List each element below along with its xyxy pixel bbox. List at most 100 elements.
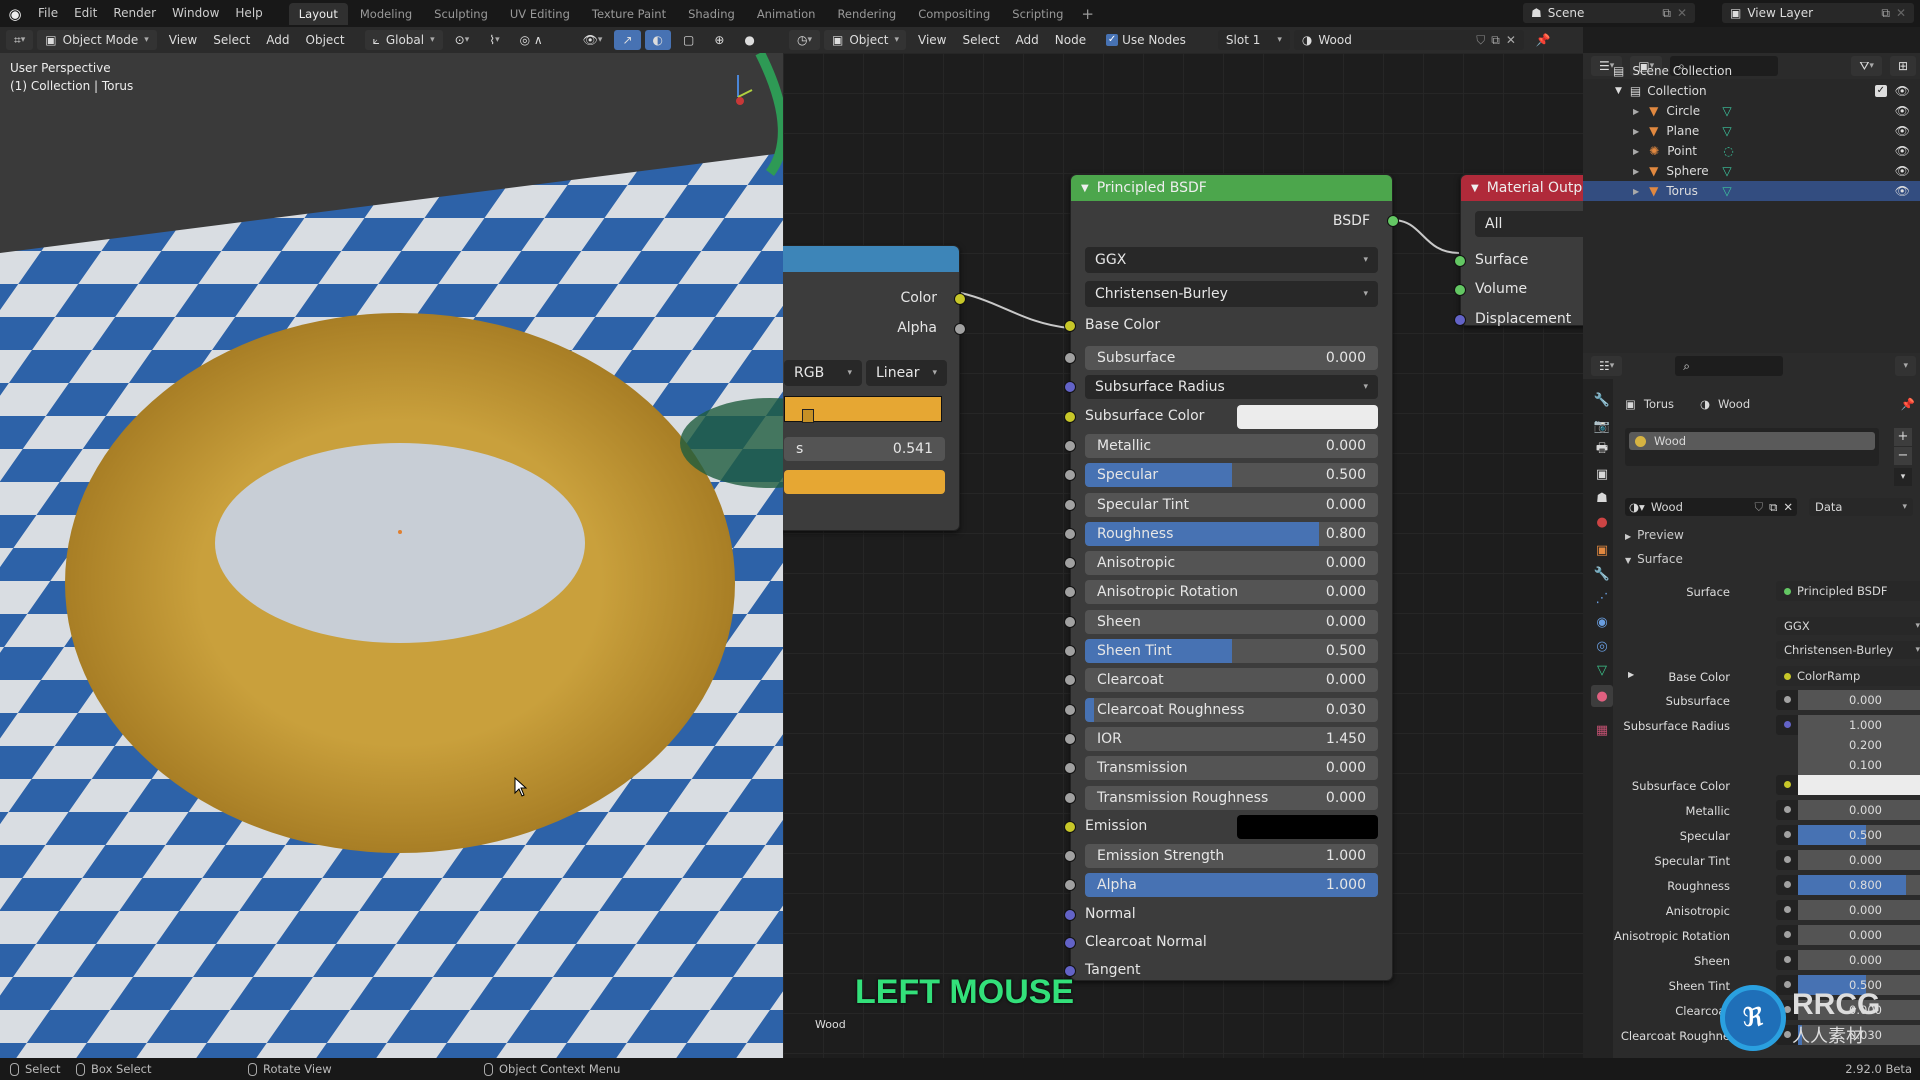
menu-file[interactable]: File [30,0,66,27]
color-mode-dropdown[interactable]: RGB ▾ [784,360,862,386]
outliner-item-plane[interactable]: ▶ ▼ Plane ▽ 👁 [1583,121,1920,141]
expand-icon[interactable]: ▶ [1633,167,1639,176]
socket-link-button[interactable] [1776,900,1798,920]
properties-editor-type-button[interactable]: ☷ ▾ [1591,356,1623,376]
socket-link-button[interactable] [1776,875,1798,895]
use-nodes-checkbox[interactable]: ✓ Use Nodes [1098,30,1194,50]
duplicate-icon[interactable]: ⧉ [1769,500,1777,515]
data-tab-icon[interactable]: ▽ [1591,659,1613,681]
tab-rendering[interactable]: Rendering [827,3,906,25]
add-slot-button[interactable]: + [1894,428,1912,446]
properties-search[interactable]: ⌕ [1675,356,1784,376]
slot-specials-button[interactable]: ▾ [1894,468,1912,486]
fake-user-icon[interactable]: ⛉ [1476,33,1485,48]
roughness-socket[interactable] [1064,527,1076,540]
colorramp-node[interactable]: Color Alpha RGB ▾ Linear ▾ s 0.541 [783,245,966,531]
clearcoat-socket[interactable] [1064,674,1076,687]
clearcoat-roughness-socket[interactable] [1064,703,1076,716]
visibility-eye-icon[interactable]: 👁 [1895,164,1910,178]
expand-icon[interactable]: ▼ [1615,86,1622,96]
transmission-socket[interactable] [1064,762,1076,775]
tab-shading[interactable]: Shading [678,3,745,25]
socket-link-button[interactable] [1776,925,1798,945]
socket-link-button[interactable] [1776,775,1798,795]
bsdf-node-header[interactable]: ▼ Principled BSDF [1071,175,1392,201]
tab-animation[interactable]: Animation [747,3,826,25]
menu-window[interactable]: Window [164,0,227,27]
output-node-header[interactable]: ▼ Material Outpu [1461,175,1583,201]
visibility-eye-icon[interactable]: 👁 [1895,84,1910,98]
3d-viewport[interactable]: User Perspective (1) Collection | Torus … [0,53,783,1058]
material-selector[interactable]: ◑ Wood ⛉ ⧉ ✕ [1293,30,1524,50]
roughness-field[interactable]: 0.800 [1798,875,1920,895]
base-color-link-field[interactable]: ColorRamp [1776,666,1920,686]
expand-icon[interactable]: ▶ [1633,187,1639,196]
add-workspace-button[interactable]: + [1075,5,1100,23]
colorramp-node-header[interactable] [783,246,959,272]
shader-type-selector[interactable]: ▣ Object ▾ [824,30,907,50]
sheen-tint-socket[interactable] [1064,645,1076,657]
wireframe-shading-button[interactable]: ⊕ [706,30,732,50]
clearcoat-slider[interactable]: Clearcoat 0.000 [1085,668,1378,693]
unlink-icon[interactable]: ✕ [1783,500,1793,514]
anisotropic-rotation-field[interactable]: 0.000 [1798,925,1920,945]
subsurface-slider[interactable]: Subsurface 0.000 [1085,346,1378,370]
metallic-slider[interactable]: Metallic 0.000 [1085,433,1378,458]
menu-help[interactable]: Help [227,0,270,27]
tool-tab-icon[interactable]: 🔧 [1591,389,1613,411]
socket-link-button[interactable] [1776,800,1798,820]
alpha-output-socket[interactable] [954,323,966,335]
delete-view-layer-icon[interactable]: ✕ [1896,6,1906,20]
preview-panel-header[interactable]: ▶ Preview [1625,528,1684,542]
viewport-menu-select[interactable]: Select [205,30,258,50]
subsurface-color-swatch[interactable] [1798,775,1920,795]
visibility-eye-icon[interactable]: 👁 [1895,184,1910,198]
socket-link-button[interactable] [1776,850,1798,870]
sheen-tint-slider[interactable]: Sheen Tint 0.500 [1085,639,1378,663]
principled-bsdf-node[interactable]: ▼ Principled BSDF BSDF GGX ▾ Christensen-… [1064,174,1399,981]
node-menu-view[interactable]: View [910,30,954,50]
constraints-tab-icon[interactable]: ◎ [1591,635,1613,657]
xray-button[interactable]: ▢ [675,30,702,50]
modifier-tab-icon[interactable]: 🔧 [1591,563,1613,585]
remove-slot-button[interactable]: − [1894,447,1912,465]
outliner-item-torus[interactable]: ▶ ▼ Torus ▽ 👁 [1583,181,1920,201]
clearcoat-roughness-slider[interactable]: Clearcoat Roughness 0.030 [1085,697,1378,722]
new-scene-icon[interactable]: ⧉ [1662,6,1671,21]
roughness-slider[interactable]: Roughness 0.800 [1085,521,1378,546]
anisotropic-field[interactable]: 0.000 [1798,900,1920,920]
viewport-menu-object[interactable]: Object [298,30,353,50]
stop-position-field[interactable]: s 0.541 [784,437,945,461]
anisotropic-rotation-socket[interactable] [1064,586,1076,599]
subsurface-field[interactable]: 0.000 [1798,690,1920,710]
orientation-selector[interactable]: ⟀ Global ▾ [364,30,443,50]
subsurface-color-swatch[interactable] [1237,404,1378,429]
snap-button[interactable]: ⌇ ▾ [481,30,507,50]
tab-sculpting[interactable]: Sculpting [424,3,498,25]
texture-tab-icon[interactable]: ▦ [1591,719,1613,741]
specular-slider[interactable]: Specular 0.500 [1085,463,1378,488]
subsurface-method-dropdown[interactable]: Christensen-Burley ▾ [1776,641,1920,659]
metallic-socket[interactable] [1064,439,1076,452]
clearcoat-normal-socket[interactable] [1064,937,1076,949]
viewport-menu-add[interactable]: Add [258,30,297,50]
node-menu-select[interactable]: Select [955,30,1008,50]
distribution-dropdown[interactable]: GGX ▾ [1776,617,1920,635]
unlink-material-icon[interactable]: ✕ [1506,33,1516,47]
output-tab-icon[interactable]: 🖶 [1591,439,1613,461]
ior-slider[interactable]: IOR 1.450 [1085,726,1378,751]
expand-icon[interactable]: ▶ [1628,670,1634,679]
subsurface-radius-component-field[interactable]: 0.200 [1798,735,1920,755]
material-tab-icon[interactable]: ● [1591,685,1613,707]
alpha-socket[interactable] [1064,879,1076,892]
gizmo-button[interactable]: ↗ [614,30,641,50]
scene-collection-row[interactable]: ▤ Scene Collection [1583,61,1920,81]
solid-shading-button[interactable]: ● [736,30,762,50]
subsurface-color-socket[interactable] [1064,410,1076,423]
collection-row[interactable]: ▼ ▤ Collection ✓ 👁 [1583,81,1920,101]
properties-options-button[interactable]: ▾ [1895,356,1916,376]
menu-render[interactable]: Render [105,0,164,27]
subsurface-radius-field[interactable]: 1.000 [1798,715,1920,735]
specular-socket[interactable] [1064,469,1076,482]
socket-link-button[interactable] [1776,715,1798,735]
